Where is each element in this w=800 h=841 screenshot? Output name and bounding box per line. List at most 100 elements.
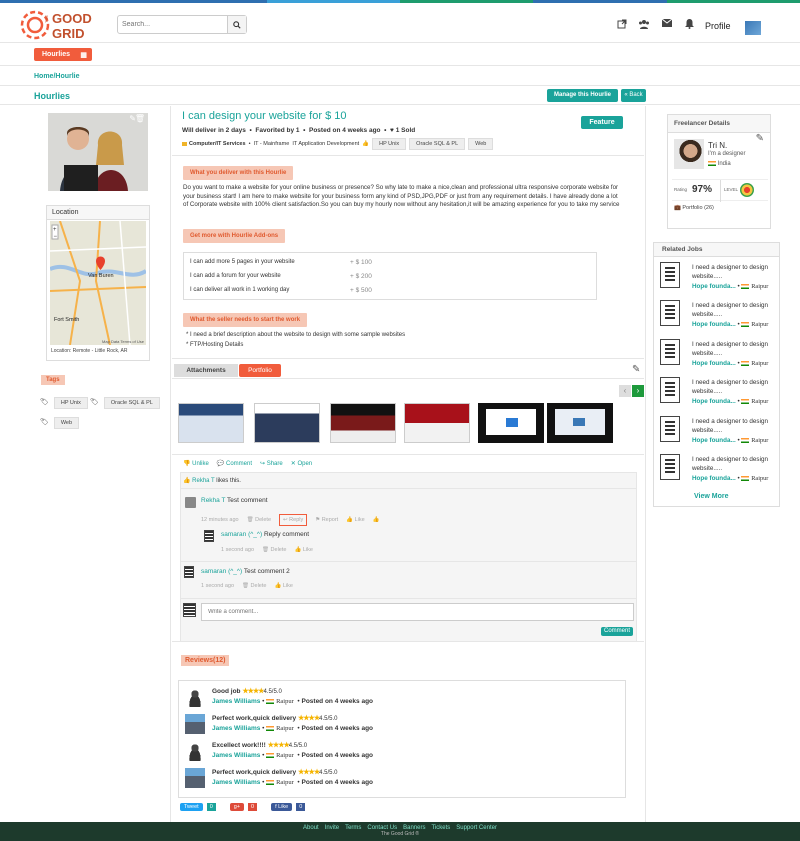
delete-button[interactable]: 🗑 Delete [247,517,271,523]
location-map[interactable]: + − Van Buren Fort Smith Map Data Terms … [50,221,146,345]
reply-button[interactable]: ↩ Reply [279,514,308,526]
freelancer-avatar[interactable] [674,139,704,169]
related-job-org[interactable]: Hope founda... [692,283,736,290]
like-button[interactable]: 👍 Like [274,583,292,589]
review-title: Excellect work!!!! ★★★★4.5/5.0 [212,742,308,749]
next-arrow-icon[interactable]: › [632,385,644,397]
manage-hourlie-button[interactable]: Manage this Hourlie [547,89,618,102]
tweet-button[interactable]: Tweet [180,803,203,811]
seller-needs-button[interactable]: What the seller needs to start the work [183,313,308,327]
flag-icon [266,752,275,758]
liker-name[interactable]: Rekha T [192,478,214,484]
delete-button[interactable]: 🗑 Delete [262,547,286,553]
skill-chip[interactable]: Oracle SQL & PL [409,138,466,150]
related-job-org[interactable]: Hope founda... [692,360,736,367]
comment-submit-button[interactable]: Comment [601,627,633,636]
edit-icon[interactable]: ✎ [632,364,640,375]
related-job-org[interactable]: Hope founda... [692,398,736,405]
portfolio-thumbnail[interactable] [478,403,544,443]
external-link-icon[interactable] [616,19,628,31]
deliver-time: Will deliver in 2 days [182,127,246,134]
footer-link[interactable]: Terms [345,825,361,831]
tag-item[interactable]: 🏷 Web [40,417,80,429]
edit-icon[interactable]: ✎ [756,133,764,144]
subcategory[interactable]: IT Application Development [292,141,359,147]
portfolio-thumbnail[interactable] [330,403,396,443]
breadcrumb[interactable]: Home/Hourlie [34,73,80,80]
search-button[interactable] [227,16,246,33]
reviewer-name[interactable]: James Williams [212,752,260,759]
like-button[interactable]: 👍 Like [294,547,312,553]
gplus-button[interactable]: g+ [229,803,245,811]
addons-section-button[interactable]: Get more with Hourlie Add-ons [183,229,286,243]
reviews-label[interactable]: Reviews(12) [181,655,230,666]
footer-link[interactable]: Tickets [431,825,450,831]
skill-chip[interactable]: Web [468,138,494,150]
reviewer-name[interactable]: James Williams [212,779,260,786]
related-job-title[interactable]: I need a designer to design website..... [692,302,776,319]
view-more-link[interactable]: View More [694,493,729,500]
related-job-org[interactable]: Hope founda... [692,321,736,328]
delete-button[interactable]: 🗑 Delete [242,583,266,589]
like-button[interactable]: 👍 Like [346,517,364,523]
tag-chip[interactable]: Oracle SQL & PL [103,397,160,409]
trash-icon[interactable]: 🗑 [135,114,145,123]
category[interactable]: Computer/IT Services [189,141,246,147]
bell-icon[interactable] [683,19,695,31]
report-button[interactable]: ⚑ Report [315,517,338,523]
comment-button[interactable]: 💬 Comment [217,460,252,467]
back-button[interactable]: « Back [621,89,646,102]
related-job-org[interactable]: Hope founda... [692,437,736,444]
envelope-icon[interactable] [661,18,673,31]
comment-time: 1 second ago [221,547,255,553]
related-job-title[interactable]: I need a designer to design website..... [692,341,776,358]
flag-icon [741,475,750,481]
portfolio-thumbnail[interactable] [178,403,244,443]
comment-author[interactable]: samaran (^_^) [221,531,262,538]
tag-chip[interactable]: HP Unix [53,397,88,409]
tab-portfolio[interactable]: Portfolio [239,364,281,377]
skill-chip[interactable]: HP Unix [372,138,407,150]
addon-price: + $ 500 [350,287,372,294]
freelancer-portfolio-link[interactable]: 💼 Portfolio (26) [674,205,714,211]
site-logo[interactable]: GOOD GRID THE [20,8,110,42]
deliver-section-button[interactable]: What you deliver with this Hourlie [183,166,294,180]
portfolio-thumbnail[interactable] [404,403,470,443]
facebook-like-button[interactable]: f Like [271,803,293,811]
thumbs-up-icon[interactable]: 👍 [373,517,380,523]
footer-link[interactable]: About [303,825,319,831]
related-job-title[interactable]: I need a designer to design website..... [692,456,776,473]
footer-link[interactable]: Invite [325,825,339,831]
unlike-button[interactable]: 👎 Unlike [183,460,209,467]
prev-arrow-icon[interactable]: ‹ [619,385,631,397]
comment-author[interactable]: Rekha T [201,497,225,504]
tag-item[interactable]: 🏷 HP Unix [40,397,88,409]
comment-actions: 12 minutes ago 🗑 Delete ↩ Reply ⚑ Report… [201,514,380,526]
hourlies-tab[interactable]: Hourlies ▦ [34,48,92,61]
user-avatar[interactable] [745,21,761,35]
reviewer-name[interactable]: James Williams [212,698,260,705]
tag-item[interactable]: 🏷 Oracle SQL & PL [90,397,160,409]
footer-link[interactable]: Support Center [456,825,497,831]
portfolio-thumbnail[interactable] [547,403,613,443]
related-job-title[interactable]: I need a designer to design website..... [692,379,776,396]
comment-input[interactable] [201,603,634,621]
comment: Rekha T Test comment [201,497,268,504]
related-job-title[interactable]: I need a designer to design website..... [692,264,776,281]
related-job-title[interactable]: I need a designer to design website..... [692,418,776,435]
subcategory[interactable]: IT - Mainframe [254,141,290,147]
share-button[interactable]: ↪ Share [260,460,283,467]
profile-link[interactable]: Profile [705,21,731,31]
open-button[interactable]: ✕ Open [291,460,312,467]
review-title: Perfect work,quick delivery ★★★★4.5/5.0 [212,715,338,722]
search-input[interactable] [118,16,227,33]
comment-author[interactable]: samaran (^_^) [201,568,242,575]
related-job-org[interactable]: Hope founda... [692,475,736,482]
users-icon[interactable] [638,19,650,31]
reviewer-name[interactable]: James Williams [212,725,260,732]
freelancer-name[interactable]: Tri N. [708,141,727,150]
portfolio-thumbnail[interactable] [254,403,320,443]
feature-button[interactable]: Feature [581,116,623,129]
tab-attachments[interactable]: Attachments [174,364,238,377]
tag-chip[interactable]: Web [53,417,80,429]
